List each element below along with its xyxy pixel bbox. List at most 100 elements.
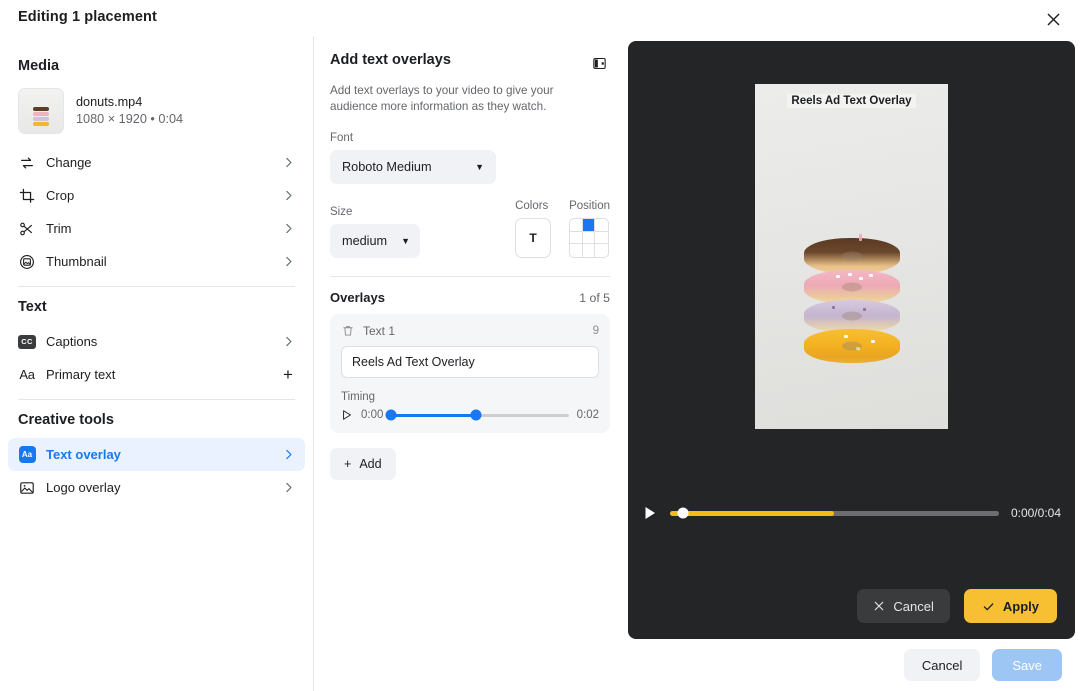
color-swatch-glyph: T: [529, 231, 537, 245]
size-select-value: medium: [342, 234, 388, 248]
chevron-right-icon: [282, 189, 295, 202]
timing-fill: [391, 413, 477, 417]
sidebar-divider-1: [18, 286, 295, 287]
video-frame[interactable]: Reels Ad Text Overlay: [755, 83, 948, 429]
add-overlay-button[interactable]: + Add: [330, 448, 396, 480]
donut-chocolate: [803, 233, 900, 274]
preview-apply-button[interactable]: Apply: [963, 589, 1057, 623]
sidebar-item-primary-text[interactable]: Aa Primary text +: [8, 358, 305, 391]
sidebar-item-crop[interactable]: Crop: [8, 179, 305, 212]
aa-icon: Aa: [18, 366, 36, 384]
overlays-count: 1 of 5: [579, 290, 610, 305]
sidebar-item-label: Captions: [46, 334, 98, 349]
position-cell-middle-left[interactable]: [570, 231, 583, 245]
colors-label: Colors: [515, 200, 549, 212]
panel-description: Add text overlays to your video to give …: [330, 84, 554, 113]
timing-end-handle[interactable]: [470, 409, 482, 421]
media-section-title: Media: [18, 58, 60, 74]
font-select-value: Roboto Medium: [342, 160, 432, 174]
scrubber-handle[interactable]: [677, 507, 689, 519]
position-cell-middle-right[interactable]: [595, 232, 609, 245]
aa-blue-label: Aa: [18, 446, 36, 463]
timing-range-slider[interactable]: [385, 409, 569, 421]
timing-start-handle[interactable]: [385, 409, 397, 421]
chevron-right-icon: [282, 481, 295, 494]
text-color-button[interactable]: T: [515, 218, 552, 258]
video-stage: Reels Ad Text Overlay: [628, 41, 1075, 471]
font-field: Font Roboto Medium ▼: [330, 132, 610, 184]
position-cell-middle-center[interactable]: [582, 231, 596, 245]
position-field: Position: [569, 200, 610, 258]
overlay-char-count: 9: [592, 325, 599, 337]
plus-icon[interactable]: +: [281, 366, 295, 383]
sidebar-item-text-overlay[interactable]: Aa Text overlay: [8, 438, 305, 471]
play-icon[interactable]: [642, 505, 658, 521]
scissors-icon: [18, 220, 36, 238]
chevron-right-icon: [282, 255, 295, 268]
position-cell-top-right[interactable]: [595, 219, 609, 232]
donut-stack-image: [803, 233, 900, 363]
overlay-card-header: Text 1 9: [341, 324, 599, 338]
sidebar-item-label: Thumbnail: [46, 254, 107, 269]
footer-cancel-button[interactable]: Cancel: [903, 649, 981, 681]
font-select[interactable]: Roboto Medium ▼: [330, 150, 496, 184]
overlay-text-input[interactable]: [341, 346, 599, 378]
size-select[interactable]: medium ▼: [330, 224, 420, 258]
preview-apply-label: Apply: [1002, 598, 1039, 614]
chevron-right-icon: [282, 222, 295, 235]
media-info: donuts.mp4 1080 × 1920 • 0:04: [76, 94, 183, 128]
preview-cancel-button[interactable]: Cancel: [857, 589, 950, 623]
preview-actions: Cancel Apply: [857, 589, 1057, 623]
chevron-right-icon: [282, 448, 295, 461]
position-grid[interactable]: [569, 218, 610, 258]
scrubber-progress: [670, 510, 835, 516]
preview-overlay-text-value: Reels Ad Text Overlay: [787, 93, 916, 108]
sidebar-item-label: Change: [46, 155, 92, 170]
image-icon: [18, 479, 36, 497]
timing-row: 0:00 0:02: [341, 409, 599, 421]
text-overlay-editor: Editing 1 placement Media donuts.mp4 108…: [0, 0, 1080, 691]
panel-divider: [330, 276, 610, 277]
aa-label: Aa: [19, 367, 35, 382]
position-cell-bottom-left[interactable]: [570, 244, 583, 257]
media-filename: donuts.mp4: [76, 95, 143, 109]
position-cell-top-left[interactable]: [570, 219, 583, 232]
sidebar-item-thumbnail[interactable]: Thumbnail: [8, 245, 305, 278]
sidebar: Media donuts.mp4 1080 × 1920 • 0:04 Chan…: [0, 36, 314, 691]
position-cell-bottom-center[interactable]: [583, 244, 596, 257]
sidebar-item-change[interactable]: Change: [8, 146, 305, 179]
panel-title: Add text overlays: [330, 52, 451, 68]
timing-start: 0:00: [361, 409, 384, 421]
page-title: Editing 1 placement: [18, 9, 157, 25]
donut-yellow: [803, 328, 900, 363]
aa-blue-icon: Aa: [18, 446, 36, 464]
video-controls: 0:00/0:04: [628, 495, 1075, 531]
sidebar-item-trim[interactable]: Trim: [8, 212, 305, 245]
overlay-name: Text 1: [363, 324, 396, 338]
video-scrubber[interactable]: [670, 506, 999, 520]
chevron-down-icon: ▼: [401, 236, 411, 246]
overlays-header: Overlays 1 of 5: [330, 290, 610, 305]
text-overlay-panel: Add text overlays Add text overlays to y…: [314, 36, 628, 691]
close-icon: [873, 600, 885, 612]
overlay-card: Text 1 9 Timing 0:00 0:02: [330, 314, 610, 433]
sidebar-item-logo-overlay[interactable]: Logo overlay: [8, 471, 305, 504]
sidebar-item-captions[interactable]: CC Captions: [8, 325, 305, 358]
footer-save-button[interactable]: Save: [992, 649, 1062, 681]
dialog-footer: Cancel Save: [314, 639, 1080, 691]
close-dialog-button[interactable]: [1040, 6, 1066, 32]
sidebar-divider-2: [18, 399, 295, 400]
position-cell-top-center[interactable]: [582, 219, 596, 232]
media-file-row[interactable]: donuts.mp4 1080 × 1920 • 0:04: [0, 84, 313, 146]
style-controls-row: Size medium ▼ Colors T Position: [330, 200, 610, 258]
trash-icon[interactable]: [341, 324, 355, 338]
play-icon[interactable]: [341, 409, 353, 421]
thumbnail-donut-stack: [33, 106, 49, 126]
sidebar-item-label: Text overlay: [46, 447, 121, 462]
thumbnail-icon: [18, 253, 36, 271]
position-cell-bottom-right[interactable]: [595, 244, 608, 257]
timing-label: Timing: [341, 391, 376, 403]
close-icon: [1047, 13, 1059, 25]
chevron-right-icon: [282, 335, 295, 348]
panel-toggle-icon[interactable]: [588, 52, 610, 74]
